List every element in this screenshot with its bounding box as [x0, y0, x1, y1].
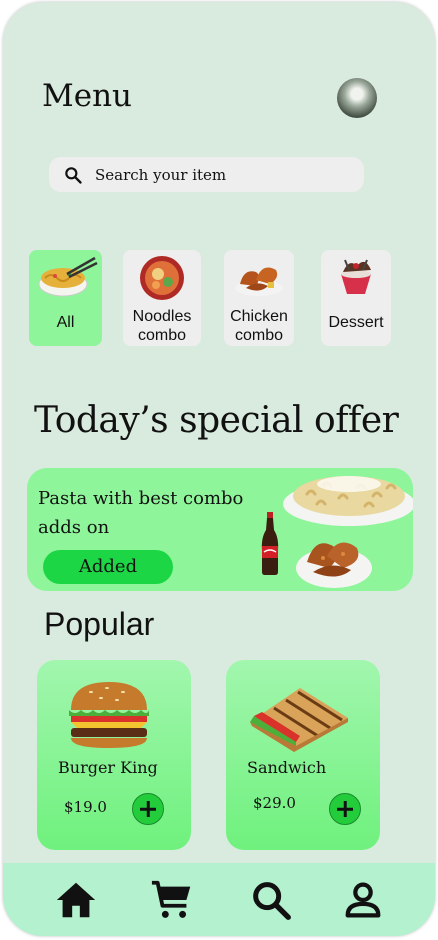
- item-price: $29.0: [253, 794, 296, 812]
- search-icon[interactable]: [248, 877, 294, 923]
- item-name: Burger King: [58, 758, 158, 777]
- burger-icon: [69, 682, 149, 748]
- search-bar[interactable]: Search your item: [49, 157, 364, 192]
- avatar[interactable]: [337, 78, 377, 118]
- bottom-nav: [3, 863, 435, 936]
- search-icon: [65, 167, 82, 184]
- noodles-combo-icon: [140, 256, 184, 300]
- profile-icon[interactable]: [340, 877, 386, 923]
- add-button[interactable]: [132, 793, 164, 825]
- cart-icon[interactable]: [150, 877, 196, 923]
- home-icon[interactable]: [53, 877, 99, 923]
- category-dessert[interactable]: Dessert: [321, 250, 391, 346]
- popular-item-burger-king[interactable]: Burger King $19.0: [37, 660, 191, 850]
- category-label: All: [56, 314, 75, 331]
- special-offer-card[interactable]: Pasta with best combo adds on Added: [27, 468, 413, 591]
- dessert-icon: [341, 259, 371, 294]
- offer-description: Pasta with best combo adds on: [38, 488, 244, 538]
- item-price: $19.0: [64, 798, 107, 816]
- category-label: Dessert: [328, 314, 384, 331]
- category-chicken-combo[interactable]: Chicken combo: [224, 250, 294, 346]
- category-label: Chicken combo: [230, 308, 288, 344]
- search-input[interactable]: Search your item: [95, 166, 226, 184]
- fried-chicken-plate-icon: [296, 542, 372, 588]
- category-noodles-combo[interactable]: Noodles combo: [123, 250, 201, 346]
- sandwich-icon: [250, 688, 348, 752]
- add-button[interactable]: [329, 793, 361, 825]
- pasta-plate-icon: [283, 476, 413, 526]
- category-label: Noodles combo: [132, 308, 192, 344]
- special-offer-heading: Today’s special offer: [34, 400, 399, 441]
- item-name: Sandwich: [247, 758, 327, 777]
- popular-heading: Popular: [44, 606, 155, 642]
- page-title: Menu: [42, 78, 133, 114]
- noodles-bowl-icon: [38, 256, 98, 297]
- chicken-combo-icon: [235, 267, 283, 296]
- phone-screen: Menu Search your item All Noodles combo …: [3, 2, 435, 936]
- added-button[interactable]: Added: [43, 550, 173, 584]
- popular-item-sandwich[interactable]: Sandwich $29.0: [226, 660, 380, 850]
- category-all[interactable]: All: [29, 250, 102, 346]
